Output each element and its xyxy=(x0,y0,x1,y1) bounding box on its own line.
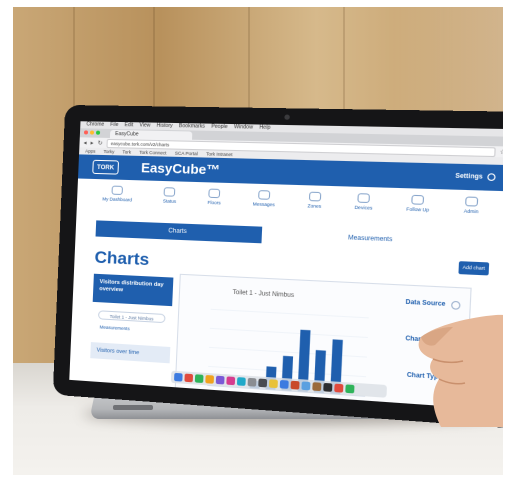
browser-tab[interactable]: EasyCube xyxy=(109,129,193,140)
gridline xyxy=(210,328,368,337)
zones-icon xyxy=(308,191,322,202)
dock-app-icon[interactable] xyxy=(279,379,289,389)
gridline xyxy=(209,347,367,357)
page-title: Charts xyxy=(94,247,150,270)
admin-icon xyxy=(465,196,479,207)
dock-app-icon[interactable] xyxy=(174,372,183,382)
dock-app-icon[interactable] xyxy=(236,377,246,386)
chart-list-item-active[interactable]: Visitors distribution day overview xyxy=(92,273,174,307)
nav-item-follow-up[interactable]: Follow Up xyxy=(406,194,430,213)
dock-app-icon[interactable] xyxy=(301,381,311,391)
hand xyxy=(418,314,503,427)
dock-app-icon[interactable] xyxy=(184,373,194,383)
messages-icon xyxy=(258,190,271,200)
app-title: EasyCube™ xyxy=(140,160,221,178)
nav-item-messages[interactable]: Messages xyxy=(253,190,276,207)
close-icon[interactable] xyxy=(83,130,89,135)
back-icon[interactable]: ◂ xyxy=(83,139,86,146)
dock-app-icon[interactable] xyxy=(258,378,268,388)
dock-app-icon[interactable] xyxy=(312,382,322,392)
dock-app-icon[interactable] xyxy=(247,377,257,387)
dock-app-icon[interactable] xyxy=(194,374,204,384)
nav-item-admin[interactable]: Admin xyxy=(464,196,480,214)
nav-item-label: Messages xyxy=(252,201,275,208)
gridline xyxy=(211,309,369,318)
forward-icon[interactable]: ▸ xyxy=(90,139,93,146)
nav-item-label: Devices xyxy=(354,204,373,211)
window-controls[interactable] xyxy=(83,130,101,135)
photo-background: Chrome File Edit View History Bookmarks People… xyxy=(13,7,503,475)
nav-item-floors[interactable]: Floors xyxy=(207,188,221,206)
source-chip[interactable]: Toilet 1 - Just Nimbus xyxy=(97,310,166,324)
star-icon[interactable]: ☆ xyxy=(500,148,503,156)
dock-app-icon[interactable] xyxy=(345,384,355,394)
dock-app-icon[interactable] xyxy=(334,383,344,393)
gear-icon xyxy=(487,173,496,182)
laptop-ports xyxy=(113,405,153,410)
status-icon xyxy=(163,187,176,197)
nav-item-my-dashboard[interactable]: My Dashboard xyxy=(102,185,132,202)
add-chart-button[interactable]: Add chart xyxy=(458,261,490,276)
nav-item-label: Zones xyxy=(307,203,322,209)
dock-app-icon[interactable] xyxy=(226,376,236,386)
tork-logo[interactable]: TORK xyxy=(92,159,120,175)
settings-button[interactable]: Settings xyxy=(455,172,496,182)
nav-item-label: My Dashboard xyxy=(102,196,133,203)
measurements-label[interactable]: Measurements xyxy=(100,324,130,331)
reload-icon[interactable]: ↻ xyxy=(97,139,102,146)
dock-app-icon[interactable] xyxy=(215,375,225,385)
floors-icon xyxy=(208,188,221,199)
nav-item-status[interactable]: Status xyxy=(163,187,177,204)
nav-item-label: Status xyxy=(162,198,177,204)
chart-title: Toilet 1 - Just Nimbus xyxy=(232,289,295,300)
chart-list-item[interactable]: Visitors over time xyxy=(90,342,171,364)
settings-label: Settings xyxy=(455,172,483,181)
minimize-icon[interactable] xyxy=(89,130,95,135)
bookmark-item[interactable]: SCA Portal xyxy=(175,151,198,157)
bookmark-item[interactable]: Apps xyxy=(85,149,96,154)
follow-up-icon xyxy=(411,194,425,205)
nav-item-label: Admin xyxy=(463,208,479,215)
dock-app-icon[interactable] xyxy=(268,379,278,389)
nav-item-devices[interactable]: Devices xyxy=(354,193,373,211)
dock-app-icon[interactable] xyxy=(290,380,300,390)
maximize-icon[interactable] xyxy=(95,130,101,135)
bookmark-item[interactable]: Tork xyxy=(122,149,131,154)
dock-app-icon[interactable] xyxy=(323,382,333,392)
dock-app-icon[interactable] xyxy=(205,374,215,384)
dashboard-icon xyxy=(111,185,124,196)
nav-item-zones[interactable]: Zones xyxy=(307,191,322,209)
nav-item-label: Follow Up xyxy=(406,206,430,213)
nav-item-label: Floors xyxy=(207,199,221,206)
bookmark-item[interactable]: Tork Connect xyxy=(139,150,166,156)
devices-icon xyxy=(357,193,371,204)
bookmark-item[interactable]: Tork Intranet xyxy=(206,151,233,157)
bookmark-item[interactable]: Torky xyxy=(103,149,114,154)
camera-icon xyxy=(284,114,290,120)
